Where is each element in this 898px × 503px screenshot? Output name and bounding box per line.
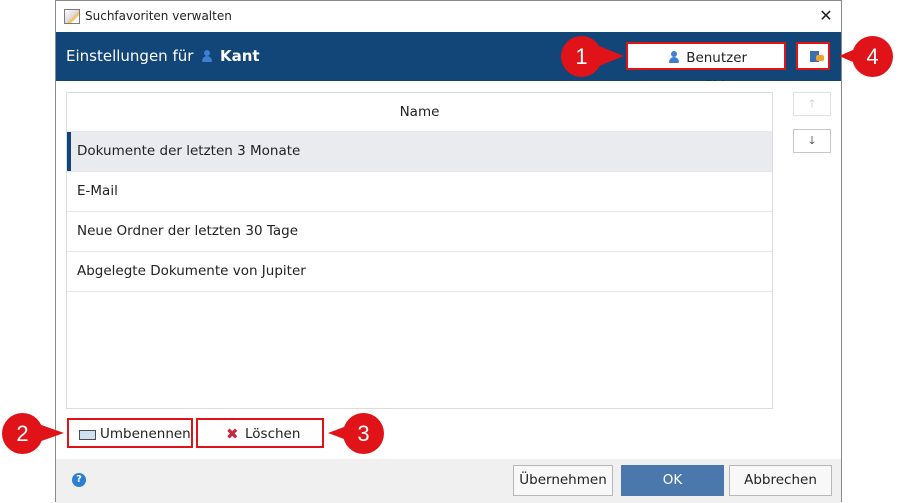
- callout-4: 4: [852, 36, 893, 77]
- list-item[interactable]: Neue Ordner der letzten 30 Tage: [67, 212, 772, 252]
- close-icon[interactable]: ✕: [811, 1, 841, 32]
- dialog-footer: ? Übernehmen OK Abbrechen: [56, 459, 841, 503]
- help-icon[interactable]: ?: [72, 473, 86, 487]
- list-item[interactable]: E-Mail: [67, 172, 772, 212]
- list-item[interactable]: Dokumente der letzten 3 Monate: [67, 132, 772, 172]
- cancel-button[interactable]: Abbrechen: [729, 465, 832, 496]
- delete-button[interactable]: ✖ Löschen: [196, 418, 324, 448]
- callout-3: 3: [343, 413, 384, 454]
- dialog-window: Suchfavoriten verwalten ✕ Einstellungen …: [55, 0, 842, 503]
- window-title: Suchfavoriten verwalten: [85, 9, 232, 23]
- rename-button[interactable]: Umbenennen: [67, 418, 193, 448]
- list-item[interactable]: Abgelegte Dokumente von Jupiter: [67, 252, 772, 292]
- header-user-name: Kant: [219, 47, 260, 65]
- rename-icon: [79, 430, 96, 440]
- select-user-button[interactable]: Benutzer auswählen: [626, 42, 786, 94]
- transfer-favorites-button[interactable]: [796, 42, 830, 70]
- delete-icon: ✖: [226, 425, 239, 443]
- arrow-down-icon: 🡓: [809, 134, 815, 147]
- user-icon: [202, 50, 213, 62]
- title-bar: Suchfavoriten verwalten ✕: [56, 1, 841, 32]
- ok-button[interactable]: OK: [621, 465, 724, 496]
- callout-1: 1: [561, 36, 602, 77]
- callout-2: 2: [2, 413, 43, 454]
- rename-label: Umbenennen: [100, 426, 191, 442]
- favorites-list: Name Dokumente der letzten 3 Monate E-Ma…: [66, 92, 773, 409]
- arrow-up-icon: 🡑: [809, 97, 815, 110]
- header-title: Einstellungen für Kant: [66, 47, 260, 65]
- column-header-name: Name: [67, 93, 772, 132]
- move-down-button[interactable]: 🡓: [793, 129, 831, 153]
- user-icon: [668, 51, 679, 63]
- settings-header: Einstellungen für Kant Benutzer auswähle…: [56, 32, 841, 94]
- header-label: Einstellungen für: [66, 47, 194, 65]
- move-up-button[interactable]: 🡑: [793, 92, 831, 116]
- content-area: Name Dokumente der letzten 3 Monate E-Ma…: [56, 81, 841, 459]
- delete-label: Löschen: [245, 426, 301, 442]
- app-icon: [64, 9, 80, 24]
- apply-button[interactable]: Übernehmen: [513, 465, 613, 496]
